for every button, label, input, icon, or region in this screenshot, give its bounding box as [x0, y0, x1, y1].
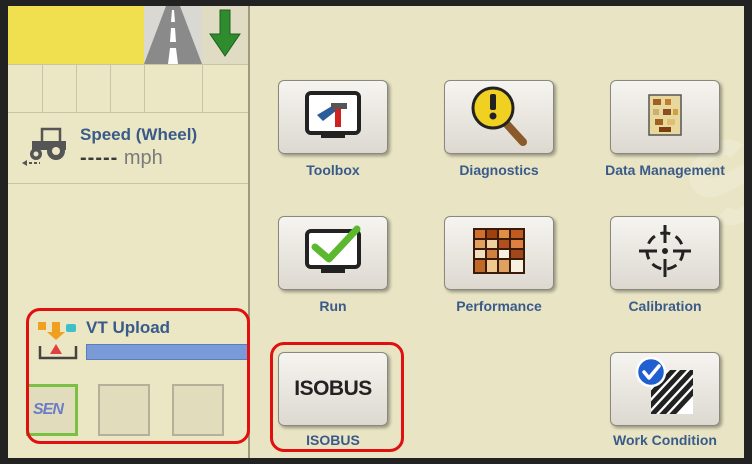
- guidance-cell: [42, 6, 77, 64]
- tractor-icon: [22, 125, 74, 172]
- down-arrow-icon[interactable]: [202, 6, 248, 64]
- run-button[interactable]: [278, 216, 388, 290]
- grid-cell: [110, 64, 145, 113]
- calibration-button[interactable]: [610, 216, 720, 290]
- status-panel: Speed (Wheel) ----- mph VT Upload SEN: [8, 6, 250, 458]
- grid-cell: [202, 64, 248, 113]
- guidance-cell: [8, 6, 43, 64]
- road-icon: [144, 6, 203, 64]
- diagnostics-button[interactable]: [444, 80, 554, 154]
- data-management-icon: [641, 91, 689, 144]
- diagnostics-icon: [467, 84, 531, 151]
- work-condition-icon: [629, 356, 701, 423]
- highlight-box-vt-upload: [26, 308, 250, 444]
- toolbox-label: Toolbox: [306, 162, 360, 178]
- grid-cell: [144, 64, 203, 113]
- performance-label: Performance: [456, 298, 542, 314]
- speed-dashes: -----: [80, 147, 119, 169]
- guidance-cell: [110, 6, 145, 64]
- calibration-label: Calibration: [628, 298, 702, 314]
- grid-cell: [42, 64, 77, 113]
- toolbox-icon: [301, 89, 365, 146]
- speed-unit: mph: [123, 147, 163, 169]
- grid-cell: [8, 64, 43, 113]
- data-management-button[interactable]: [610, 80, 720, 154]
- run-label: Run: [319, 298, 347, 314]
- guidance-cell: [76, 6, 111, 64]
- performance-button[interactable]: [444, 216, 554, 290]
- work-condition-label: Work Condition: [613, 432, 717, 448]
- speed-readout[interactable]: Speed (Wheel) ----- mph: [8, 112, 248, 184]
- speed-title: Speed (Wheel): [80, 125, 198, 144]
- calibration-icon: [635, 223, 695, 284]
- highlight-box-isobus: [270, 342, 404, 452]
- work-condition-button[interactable]: [610, 352, 720, 426]
- data-management-label: Data Management: [605, 162, 725, 178]
- run-icon: [301, 225, 365, 282]
- diagnostics-label: Diagnostics: [459, 162, 539, 178]
- speed-value: ----- mph: [80, 147, 163, 170]
- display-screen: s Speed (Wheel) ----- mph VT Upload SEN …: [8, 6, 744, 458]
- grid-cell: [76, 64, 111, 113]
- performance-icon: [471, 226, 527, 281]
- toolbox-button[interactable]: [278, 80, 388, 154]
